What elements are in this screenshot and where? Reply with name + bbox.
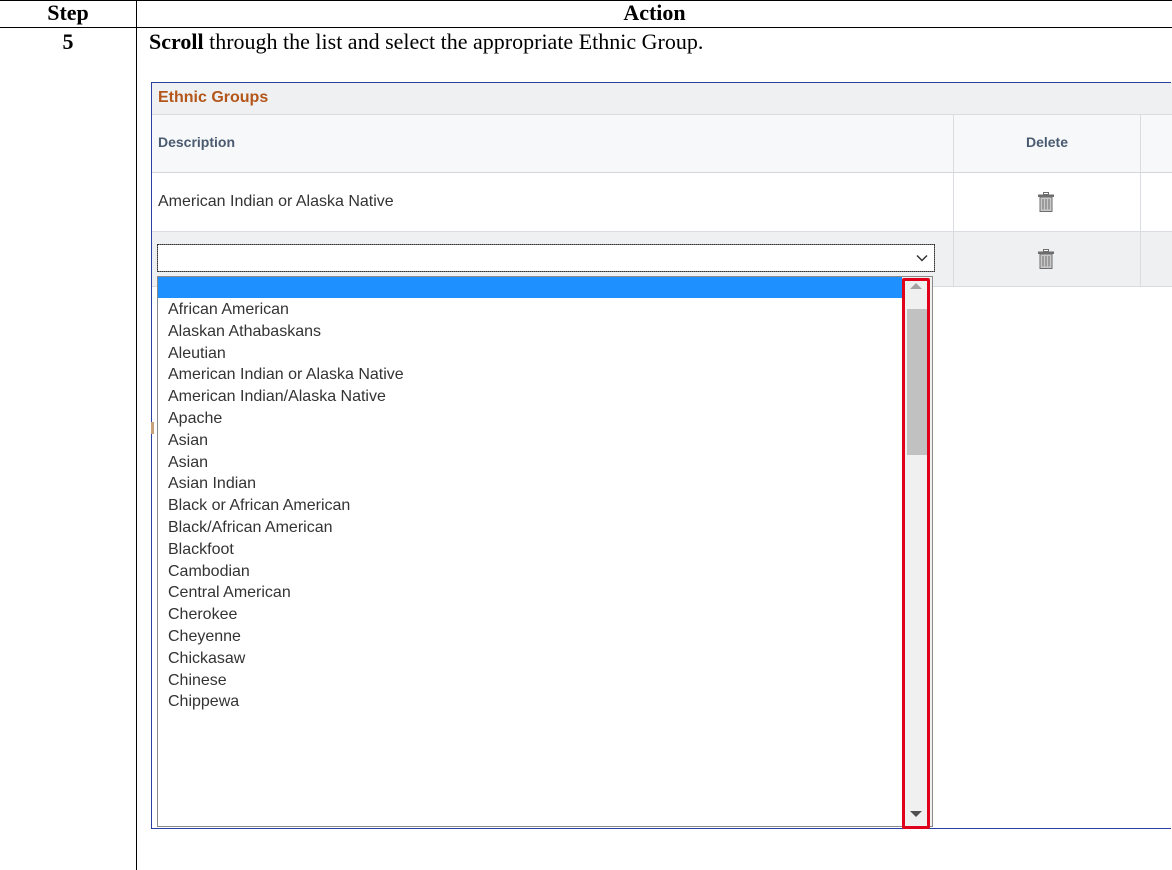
column-divider: [1140, 115, 1141, 172]
step-number: 5: [62, 29, 74, 54]
dropdown-option[interactable]: Alaskan Athabaskans: [158, 321, 903, 343]
dropdown-option[interactable]: Cherokee: [158, 604, 903, 626]
dropdown-option[interactable]: American Indian/Alaska Native: [158, 386, 903, 408]
trash-icon[interactable]: [1038, 192, 1054, 212]
column-divider: [953, 232, 954, 286]
dropdown-scrollbar[interactable]: [902, 277, 932, 826]
dropdown-option[interactable]: African American: [158, 299, 903, 321]
chevron-down-icon: [916, 254, 928, 262]
grid-title: Ethnic Groups: [158, 89, 269, 106]
dropdown-option[interactable]: Central American: [158, 582, 903, 604]
dropdown-option[interactable]: Blackfoot: [158, 539, 903, 561]
grid-title-bar: Ethnic Groups: [152, 83, 1172, 115]
scrollbar-thumb[interactable]: [907, 309, 927, 455]
table-header-divider: [0, 27, 1172, 28]
dropdown-options: African American Alaskan Athabaskans Aleut…: [158, 299, 903, 713]
dropdown-option[interactable]: American Indian or Alaska Native: [158, 364, 903, 386]
header-step: Step: [47, 0, 89, 25]
ethnic-group-dropdown-list[interactable]: African American Alaskan Athabaskans Aleut…: [157, 276, 933, 827]
column-divider: [1140, 232, 1141, 286]
table-column-divider: [136, 0, 137, 870]
column-delete: Delete: [1025, 134, 1069, 150]
dropdown-option[interactable]: Chickasaw: [158, 648, 903, 670]
scroll-down-arrow-icon[interactable]: [910, 811, 922, 817]
row-description-value: American Indian or Alaska Native: [158, 193, 394, 210]
ethnic-group-select[interactable]: [157, 244, 935, 272]
column-description: Description: [158, 134, 236, 150]
header-action: Action: [623, 0, 686, 25]
dropdown-option[interactable]: Cheyenne: [158, 626, 903, 648]
dropdown-option[interactable]: Asian: [158, 452, 903, 474]
trash-icon[interactable]: [1038, 249, 1054, 269]
dropdown-option[interactable]: Chippewa: [158, 691, 903, 713]
table-row: American Indian or Alaska Native: [152, 173, 1172, 232]
column-header-row: Description Delete: [152, 115, 1172, 173]
dropdown-option-selected[interactable]: [158, 277, 903, 298]
screenshot-ethnic-groups: Ethnic Groups Description Delete America…: [151, 82, 1172, 857]
instruction-bold: Scroll: [149, 29, 204, 54]
partial-label-fragment: [151, 422, 154, 434]
dropdown-option[interactable]: Cambodian: [158, 561, 903, 583]
column-divider: [1140, 173, 1141, 231]
dropdown-option[interactable]: Chinese: [158, 670, 903, 692]
instruction-rest: through the list and select the appropri…: [203, 29, 704, 54]
dropdown-option[interactable]: Aleutian: [158, 343, 903, 365]
dropdown-option[interactable]: Asian Indian: [158, 473, 903, 495]
dropdown-option[interactable]: Asian: [158, 430, 903, 452]
instruction-text: Scroll through the list and select the a…: [149, 29, 703, 55]
dropdown-option[interactable]: Black or African American: [158, 495, 903, 517]
dropdown-option[interactable]: Black/African American: [158, 517, 903, 539]
column-divider: [953, 173, 954, 231]
scroll-up-arrow-icon[interactable]: [910, 283, 922, 289]
dropdown-option[interactable]: Apache: [158, 408, 903, 430]
